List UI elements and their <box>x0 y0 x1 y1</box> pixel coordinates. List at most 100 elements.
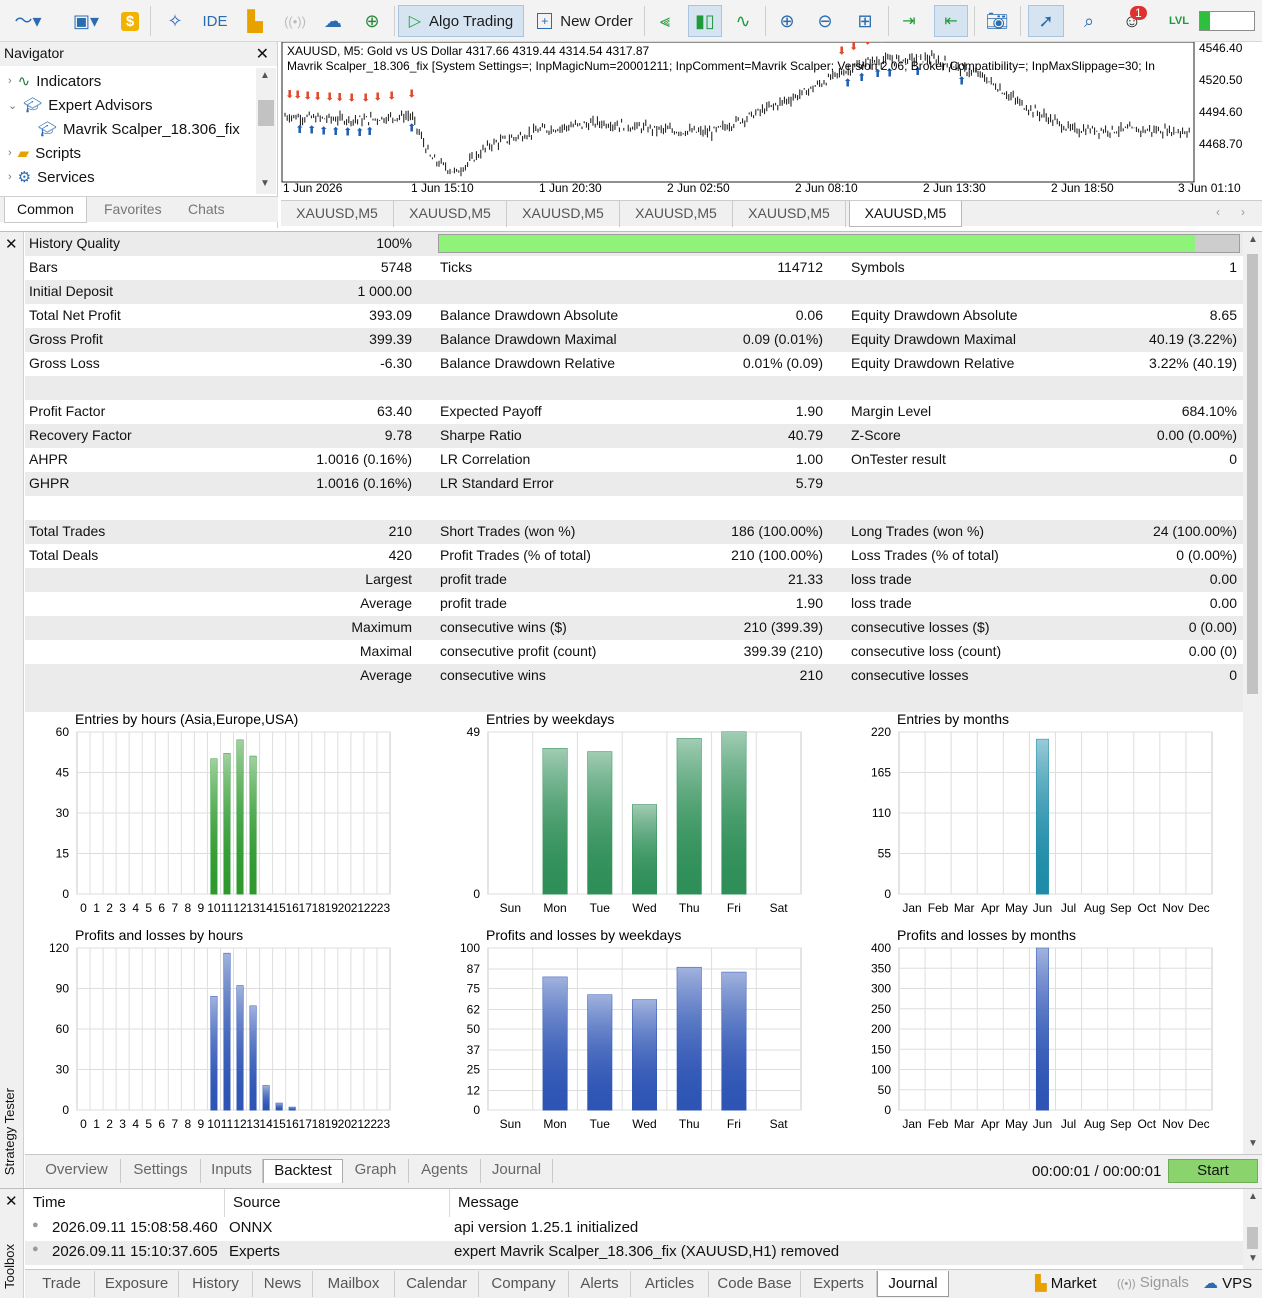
chart-tab[interactable]: XAUUSD,M5 <box>620 201 733 227</box>
chart-tab[interactable]: XAUUSD,M5 <box>394 201 507 227</box>
tab-journal[interactable]: Journal <box>481 1159 553 1183</box>
chart-window-icon[interactable]: ▣▾ <box>62 5 110 37</box>
x-tick-label: 14 <box>259 901 273 915</box>
tab-history[interactable]: History <box>179 1271 253 1297</box>
close-icon[interactable]: ✕ <box>5 235 18 253</box>
stat-value: 1.0016 (0.16%) <box>316 475 412 491</box>
tab-chats[interactable]: Chats <box>176 197 237 223</box>
tile-windows-icon[interactable]: ⊞ <box>850 5 880 37</box>
line-chart-icon[interactable]: ∿ <box>728 5 758 37</box>
bar-highlight <box>276 1103 283 1110</box>
chart-type-line-icon[interactable]: 〜▾ <box>8 5 48 37</box>
price-label: 4546.40 <box>1199 42 1243 55</box>
tab-graph[interactable]: Graph <box>343 1159 409 1183</box>
price-chart[interactable]: ⬇⬇⬇⬇⬇⬇⬇⬇⬇⬇⬇⬆⬆⬆⬆⬆⬆⬆⬆⬇⬇⬇⬇⬇⬇⬇⬆⬆⬆⬆⬆⬆ XAUUSD,… <box>281 32 1262 200</box>
tab-inputs[interactable]: Inputs <box>201 1159 263 1183</box>
x-tick-label: 15 <box>272 901 286 915</box>
journal-table: Time Source Message ● 2026.09.11 15:08:5… <box>25 1189 1243 1269</box>
start-button[interactable]: Start <box>1168 1159 1258 1183</box>
search-icon[interactable]: ⌕ <box>1074 5 1104 37</box>
bar-highlight <box>677 967 702 1110</box>
stat-value: Average <box>360 667 412 683</box>
scroll-down-icon[interactable]: ▼ <box>1248 1138 1258 1149</box>
chart-shift-icon[interactable]: ⇥ <box>894 5 924 37</box>
time-label: 2 Jun 18:50 <box>1051 181 1114 195</box>
tab-code-base[interactable]: Code Base <box>709 1271 801 1297</box>
y-tick-label: 60 <box>56 1022 70 1036</box>
column-header-message[interactable]: Message <box>450 1189 1243 1217</box>
screenshot-icon[interactable]: 📷︎ <box>982 5 1012 37</box>
tab-alerts[interactable]: Alerts <box>569 1271 631 1297</box>
price-chart-canvas[interactable]: ⬇⬇⬇⬇⬇⬇⬇⬇⬇⬇⬇⬆⬆⬆⬆⬆⬆⬆⬆⬇⬇⬇⬇⬇⬇⬇⬆⬆⬆⬆⬆⬆ XAUUSD,… <box>281 32 1262 200</box>
nav-item-scripts[interactable]: › ▰ Scripts <box>8 144 81 163</box>
zoom-out-icon[interactable]: ⊖ <box>810 5 840 37</box>
bar-chart-icon[interactable]: ⫷ <box>650 5 680 37</box>
buy-arrow-icon: ⬆ <box>331 126 340 138</box>
level-icon[interactable]: LVL <box>1166 5 1192 37</box>
bar-highlight <box>250 756 257 894</box>
column-header-source[interactable]: Source <box>225 1189 450 1217</box>
results-scrollbar[interactable]: ▲ ▼ <box>1243 232 1262 1154</box>
chart-tab[interactable]: XAUUSD,M5 <box>733 201 846 227</box>
chart-tab[interactable]: XAUUSD,M5 <box>507 201 620 227</box>
signals-label: Signals <box>1139 1274 1189 1291</box>
notifications-button[interactable]: ☺ 1 <box>1112 5 1152 37</box>
chart-tab-active[interactable]: XAUUSD,M5 <box>849 201 962 227</box>
nav-item-expert-advisors[interactable]: ⌄ 🎓︎ Expert Advisors <box>8 96 152 115</box>
nav-item-mavrik-scalper[interactable]: 🎓︎ Mavrik Scalper_18.306_fix <box>38 120 240 139</box>
buy-arrow-icon: ⬆ <box>843 77 852 89</box>
signal-broadcast-icon[interactable]: ((•)) <box>280 5 310 37</box>
column-header-time[interactable]: Time <box>25 1189 225 1217</box>
zoom-in-icon[interactable]: ⊕ <box>772 5 802 37</box>
tab-news[interactable]: News <box>253 1271 313 1297</box>
journal-scrollbar[interactable]: ▲ ▼ <box>1243 1189 1262 1269</box>
nav-item-services[interactable]: › ⚙ Services <box>8 168 95 187</box>
tab-company[interactable]: Company <box>479 1271 569 1297</box>
tab-calendar[interactable]: Calendar <box>395 1271 479 1297</box>
ide-button[interactable]: IDE <box>198 5 232 37</box>
table-row[interactable]: ● 2026.09.11 15:10:37.605 Experts expert… <box>25 1241 1243 1265</box>
signals-link[interactable]: ((•)) Signals <box>1117 1274 1189 1291</box>
tab-common[interactable]: Common <box>4 197 87 223</box>
dollar-icon[interactable]: $ <box>116 5 144 37</box>
close-icon[interactable]: ✕ <box>5 1192 18 1210</box>
stat-value: 1.90 <box>795 403 823 419</box>
tab-backtest[interactable]: Backtest <box>263 1159 343 1183</box>
candlestick-icon[interactable]: ▮▯ <box>688 5 722 37</box>
x-tick-label: Jul <box>1061 901 1076 915</box>
chart-tabs: XAUUSD,M5 XAUUSD,M5 XAUUSD,M5 XAUUSD,M5 … <box>281 200 1262 227</box>
table-row[interactable]: ● 2026.09.11 15:08:58.460 ONNX api versi… <box>25 1217 1243 1241</box>
tab-scroll-right-icon[interactable]: › <box>1241 205 1245 219</box>
tab-overview[interactable]: Overview <box>33 1159 121 1183</box>
autoscroll-icon[interactable]: ⇤ <box>934 5 968 37</box>
navigator-scrollbar[interactable]: ▲ ▼ <box>256 68 276 194</box>
nav-item-indicators[interactable]: › ∿ Indicators <box>8 72 101 91</box>
shopping-bag-icon[interactable]: ▙ <box>240 5 270 37</box>
new-order-button[interactable]: + New Order <box>530 5 640 37</box>
vps-link[interactable]: ☁ VPS <box>1203 1274 1252 1292</box>
tab-agents[interactable]: Agents <box>409 1159 481 1183</box>
x-tick-label: Jan <box>902 1117 921 1131</box>
scroll-up-icon[interactable]: ▲ <box>1248 234 1258 245</box>
close-icon[interactable]: ✕ <box>256 44 269 64</box>
tab-articles[interactable]: Articles <box>631 1271 709 1297</box>
market-link[interactable]: ▙ Market <box>1035 1274 1097 1292</box>
x-tick-label: 1 <box>93 901 100 915</box>
chart-tab[interactable]: XAUUSD,M5 <box>281 201 394 227</box>
cloud-icon[interactable]: ☁ <box>318 5 348 37</box>
tab-mailbox[interactable]: Mailbox <box>313 1271 395 1297</box>
algo-trading-button[interactable]: ▷ Algo Trading <box>398 5 524 37</box>
tab-journal[interactable]: Journal <box>877 1271 949 1297</box>
tab-experts[interactable]: Experts <box>801 1271 877 1297</box>
tab-scroll-left-icon[interactable]: ‹ <box>1216 205 1220 219</box>
globe-add-icon[interactable]: ⊕ <box>356 5 388 37</box>
tab-settings[interactable]: Settings <box>121 1159 201 1183</box>
x-tick-label: 21 <box>351 901 365 915</box>
info-dot-icon: ● <box>32 1243 39 1255</box>
tab-exposure[interactable]: Exposure <box>95 1271 179 1297</box>
cursor-icon[interactable]: ➚ <box>1028 5 1064 37</box>
tab-favorites[interactable]: Favorites <box>92 197 174 223</box>
sparkle-icon[interactable]: ✧ <box>160 5 190 37</box>
bar-highlight <box>632 999 657 1110</box>
tab-trade[interactable]: Trade <box>29 1271 95 1297</box>
